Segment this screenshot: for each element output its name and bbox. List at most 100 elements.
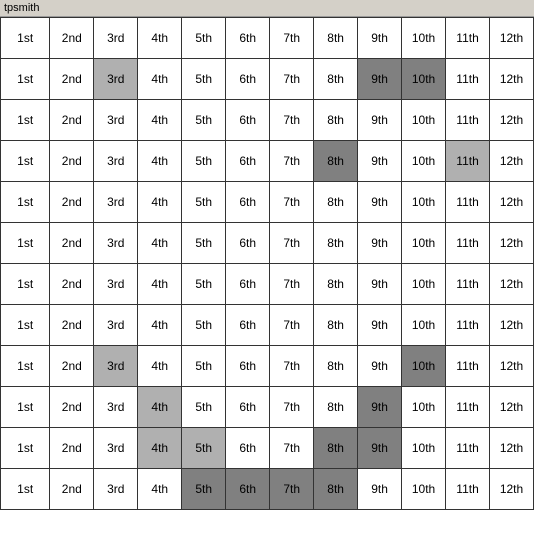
table-cell[interactable]: 4th — [138, 141, 182, 182]
table-cell[interactable]: 12th — [490, 428, 534, 469]
table-cell[interactable]: 2nd — [50, 182, 94, 223]
table-cell[interactable]: 5th — [182, 182, 226, 223]
table-cell[interactable]: 7th — [270, 59, 314, 100]
table-cell[interactable]: 11th — [446, 100, 490, 141]
table-cell[interactable]: 11th — [446, 223, 490, 264]
table-cell[interactable]: 3rd — [94, 387, 138, 428]
table-cell[interactable]: 1st — [1, 428, 50, 469]
table-cell[interactable]: 7th — [270, 182, 314, 223]
table-cell[interactable]: 3rd — [94, 264, 138, 305]
table-cell[interactable]: 1st — [1, 469, 50, 510]
table-cell[interactable]: 5th — [182, 100, 226, 141]
table-cell[interactable]: 11th — [446, 305, 490, 346]
table-cell[interactable]: 3rd — [94, 141, 138, 182]
table-cell[interactable]: 1st — [1, 305, 50, 346]
table-cell[interactable]: 9th — [358, 346, 402, 387]
table-cell[interactable]: 8th — [314, 346, 358, 387]
table-cell[interactable]: 10th — [402, 18, 446, 59]
table-cell[interactable]: 5th — [182, 223, 226, 264]
table-cell[interactable]: 9th — [358, 264, 402, 305]
table-cell[interactable]: 8th — [314, 469, 358, 510]
table-cell[interactable]: 12th — [490, 346, 534, 387]
table-cell[interactable]: 4th — [138, 264, 182, 305]
table-cell[interactable]: 9th — [358, 387, 402, 428]
table-cell[interactable]: 3rd — [94, 100, 138, 141]
table-cell[interactable]: 1st — [1, 141, 50, 182]
table-cell[interactable]: 10th — [402, 346, 446, 387]
table-cell[interactable]: 9th — [358, 223, 402, 264]
table-cell[interactable]: 7th — [270, 141, 314, 182]
table-cell[interactable]: 9th — [358, 305, 402, 346]
table-cell[interactable]: 2nd — [50, 428, 94, 469]
table-cell[interactable]: 4th — [138, 100, 182, 141]
table-cell[interactable]: 5th — [182, 469, 226, 510]
table-cell[interactable]: 12th — [490, 305, 534, 346]
table-cell[interactable]: 7th — [270, 100, 314, 141]
table-cell[interactable]: 12th — [490, 264, 534, 305]
table-cell[interactable]: 5th — [182, 18, 226, 59]
table-cell[interactable]: 4th — [138, 469, 182, 510]
table-cell[interactable]: 8th — [314, 387, 358, 428]
table-cell[interactable]: 5th — [182, 141, 226, 182]
table-cell[interactable]: 4th — [138, 305, 182, 346]
table-cell[interactable]: 6th — [226, 182, 270, 223]
table-cell[interactable]: 1st — [1, 18, 50, 59]
table-cell[interactable]: 9th — [358, 100, 402, 141]
table-cell[interactable]: 11th — [446, 141, 490, 182]
table-cell[interactable]: 2nd — [50, 346, 94, 387]
table-cell[interactable]: 11th — [446, 428, 490, 469]
table-cell[interactable]: 4th — [138, 18, 182, 59]
table-cell[interactable]: 8th — [314, 182, 358, 223]
table-cell[interactable]: 6th — [226, 100, 270, 141]
table-cell[interactable]: 10th — [402, 59, 446, 100]
table-cell[interactable]: 7th — [270, 223, 314, 264]
table-cell[interactable]: 2nd — [50, 59, 94, 100]
table-cell[interactable]: 2nd — [50, 18, 94, 59]
table-cell[interactable]: 12th — [490, 18, 534, 59]
table-cell[interactable]: 6th — [226, 428, 270, 469]
table-cell[interactable]: 4th — [138, 182, 182, 223]
table-cell[interactable]: 2nd — [50, 223, 94, 264]
table-cell[interactable]: 5th — [182, 59, 226, 100]
table-cell[interactable]: 4th — [138, 223, 182, 264]
table-cell[interactable]: 2nd — [50, 387, 94, 428]
table-cell[interactable]: 7th — [270, 428, 314, 469]
table-cell[interactable]: 8th — [314, 100, 358, 141]
table-cell[interactable]: 6th — [226, 469, 270, 510]
table-cell[interactable]: 12th — [490, 59, 534, 100]
table-cell[interactable]: 8th — [314, 428, 358, 469]
table-cell[interactable]: 7th — [270, 387, 314, 428]
table-cell[interactable]: 9th — [358, 428, 402, 469]
table-cell[interactable]: 1st — [1, 223, 50, 264]
table-cell[interactable]: 5th — [182, 428, 226, 469]
table-cell[interactable]: 4th — [138, 346, 182, 387]
table-cell[interactable]: 10th — [402, 305, 446, 346]
table-cell[interactable]: 9th — [358, 141, 402, 182]
table-cell[interactable]: 12th — [490, 223, 534, 264]
table-cell[interactable]: 1st — [1, 182, 50, 223]
table-cell[interactable]: 11th — [446, 182, 490, 223]
table-cell[interactable]: 11th — [446, 264, 490, 305]
table-cell[interactable]: 12th — [490, 141, 534, 182]
table-cell[interactable]: 7th — [270, 469, 314, 510]
table-cell[interactable]: 3rd — [94, 223, 138, 264]
table-cell[interactable]: 10th — [402, 469, 446, 510]
table-cell[interactable]: 8th — [314, 141, 358, 182]
table-cell[interactable]: 12th — [490, 182, 534, 223]
table-cell[interactable]: 1st — [1, 59, 50, 100]
table-cell[interactable]: 3rd — [94, 346, 138, 387]
table-cell[interactable]: 6th — [226, 223, 270, 264]
table-cell[interactable]: 11th — [446, 59, 490, 100]
table-cell[interactable]: 5th — [182, 305, 226, 346]
table-cell[interactable]: 3rd — [94, 305, 138, 346]
table-cell[interactable]: 2nd — [50, 469, 94, 510]
table-cell[interactable]: 12th — [490, 100, 534, 141]
table-cell[interactable]: 8th — [314, 223, 358, 264]
table-cell[interactable]: 7th — [270, 18, 314, 59]
table-cell[interactable]: 1st — [1, 387, 50, 428]
table-cell[interactable]: 11th — [446, 469, 490, 510]
table-cell[interactable]: 2nd — [50, 141, 94, 182]
table-cell[interactable]: 6th — [226, 387, 270, 428]
table-cell[interactable]: 12th — [490, 387, 534, 428]
table-cell[interactable]: 3rd — [94, 428, 138, 469]
